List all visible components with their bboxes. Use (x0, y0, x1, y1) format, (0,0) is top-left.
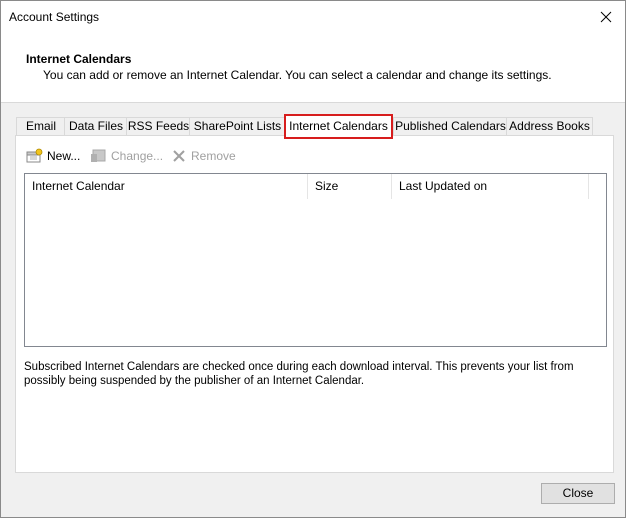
column-header-size[interactable]: Size (308, 174, 392, 199)
change-button-label: Change... (111, 149, 164, 163)
tab-panel: New... Change... Remove Internet Calenda… (15, 135, 614, 473)
tab-sharepoint-lists[interactable]: SharePoint Lists (189, 117, 286, 135)
window-title: Account Settings (9, 10, 100, 24)
remove-icon (173, 150, 185, 162)
calendar-list[interactable]: Internet Calendar Size Last Updated on (24, 173, 607, 347)
header-area: Internet Calendars You can add or remove… (1, 32, 625, 103)
remove-button-label: Remove (191, 149, 236, 163)
change-button[interactable]: Change... (90, 148, 163, 164)
header-description: You can add or remove an Internet Calend… (43, 68, 552, 82)
close-button[interactable]: Close (541, 483, 615, 504)
remove-button[interactable]: Remove (171, 148, 236, 164)
new-button[interactable]: New... (26, 148, 80, 164)
close-window-button[interactable] (595, 7, 617, 27)
change-icon (91, 149, 106, 162)
header-title: Internet Calendars (26, 52, 132, 66)
tab-address-books[interactable]: Address Books (506, 117, 593, 135)
column-header-internet-calendar[interactable]: Internet Calendar (25, 174, 308, 199)
close-icon (600, 11, 612, 23)
tab-internet-calendars[interactable]: Internet Calendars (284, 114, 393, 139)
new-button-label: New... (47, 149, 81, 163)
account-settings-window: Account Settings Internet Calendars You … (0, 0, 626, 518)
tab-email[interactable]: Email (16, 117, 66, 135)
tab-data-files[interactable]: Data Files (64, 117, 128, 135)
tab-published-calendars[interactable]: Published Calendars (393, 117, 508, 135)
title-bar: Account Settings (1, 1, 625, 32)
tab-rss-feeds[interactable]: RSS Feeds (126, 117, 191, 135)
new-calendar-icon (26, 148, 43, 163)
column-header-last-updated[interactable]: Last Updated on (392, 174, 589, 199)
subscription-note: Subscribed Internet Calendars are checke… (24, 361, 574, 387)
